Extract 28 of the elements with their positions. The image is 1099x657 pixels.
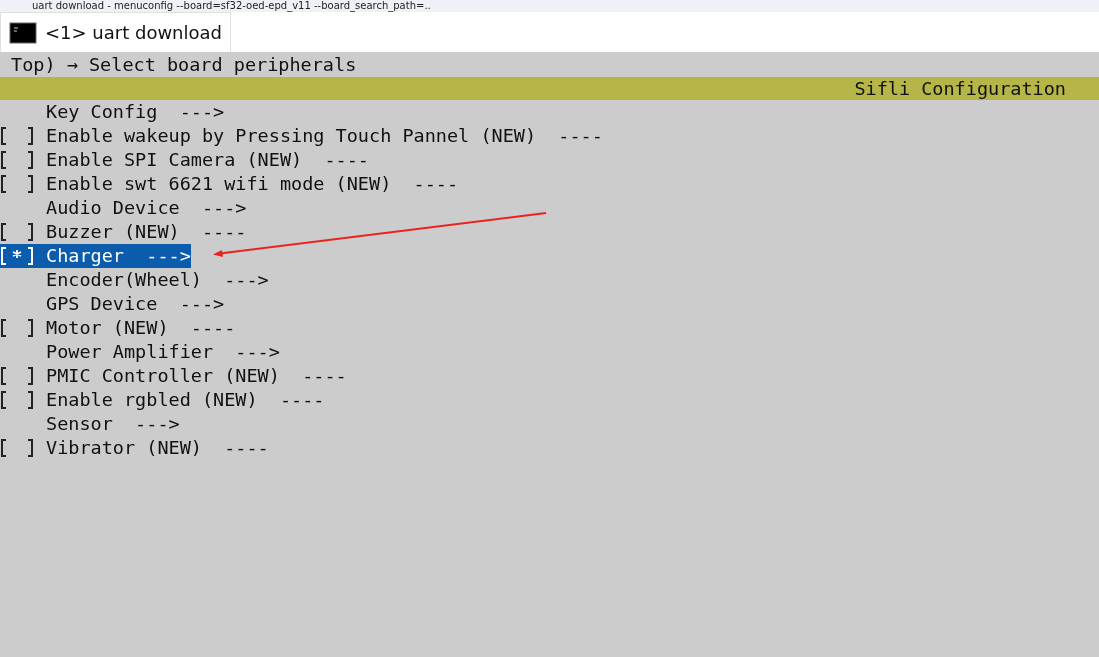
checkbox[interactable] — [0, 438, 34, 458]
menu-item[interactable]: Buzzer (NEW) ---- — [0, 220, 247, 244]
menu-item[interactable]: Enable rgbled (NEW) ---- — [0, 388, 325, 412]
menu-item[interactable]: PMIC Controller (NEW) ---- — [0, 364, 347, 388]
menu-item[interactable]: Motor (NEW) ---- — [0, 316, 236, 340]
checkbox[interactable] — [0, 318, 34, 338]
menu-item[interactable]: Power Amplifier ---> — [0, 340, 280, 364]
menu-item[interactable]: Enable swt 6621 wifi mode (NEW) ---- — [0, 172, 459, 196]
menu-item[interactable]: Sensor ---> — [0, 412, 180, 436]
checkbox[interactable] — [0, 174, 34, 194]
checkbox[interactable] — [0, 222, 34, 242]
checkbox[interactable] — [0, 366, 34, 386]
menu-item[interactable]: Encoder(Wheel) ---> — [0, 268, 269, 292]
menu-item[interactable]: Audio Device ---> — [0, 196, 247, 220]
menu-item[interactable]: Charger ---> — [0, 244, 191, 268]
checkbox[interactable] — [0, 150, 34, 170]
terminal-icon — [9, 21, 37, 44]
menu-item[interactable]: GPS Device ---> — [0, 292, 225, 316]
menu-item[interactable]: Vibrator (NEW) ---- — [0, 436, 269, 460]
header-title: Sifli Configuration — [854, 77, 1066, 100]
checkbox[interactable] — [0, 126, 34, 146]
menu-item[interactable]: Enable wakeup by Pressing Touch Pannel (NEW) ---- — [0, 124, 603, 148]
checkbox[interactable] — [0, 390, 34, 410]
breadcrumb: Top) → Select board peripherals — [10, 53, 358, 77]
tab[interactable]: <1> uart download — [0, 12, 231, 52]
menu-item[interactable]: Key Config ---> — [0, 100, 225, 124]
menu-item[interactable]: Enable SPI Camera (NEW) ---- — [0, 148, 369, 172]
window-title: uart download - menuconfig --board=sf32-oed-epd_v11 --board_search_path=.. — [0, 0, 1099, 12]
